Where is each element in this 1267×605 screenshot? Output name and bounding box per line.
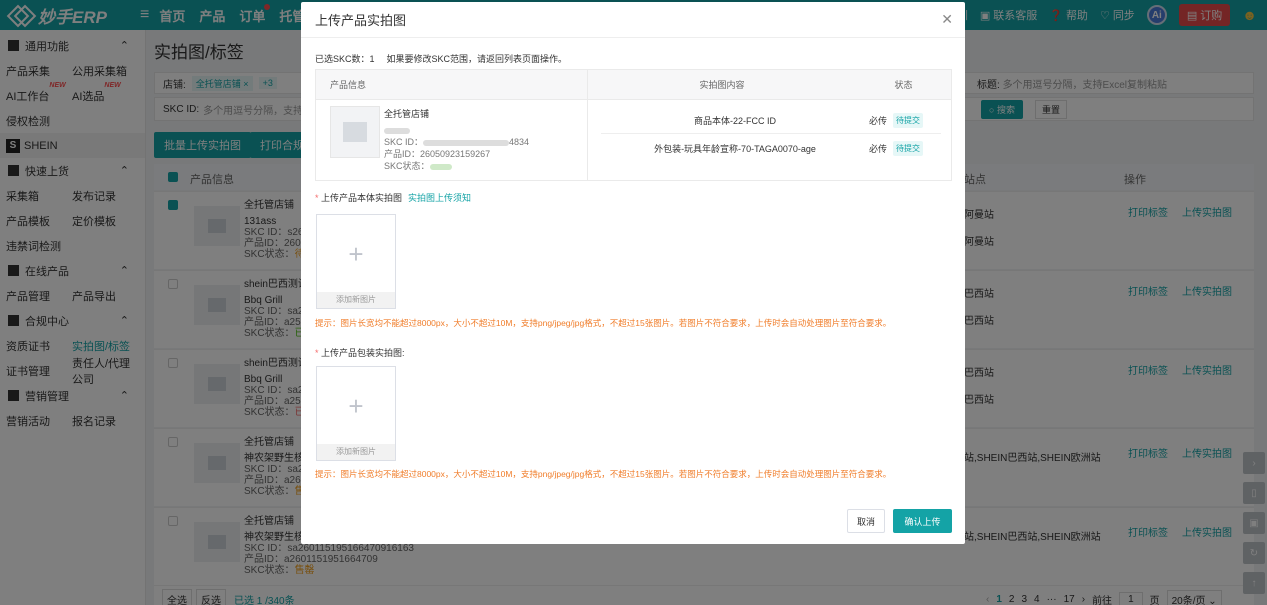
close-icon[interactable]: ✕ [941, 11, 953, 28]
product-shop: 全托管店铺 [384, 109, 430, 119]
status-label: SKC状态： [384, 161, 430, 171]
requirement-row: 外包装-玩具年龄宣称-70-TAGA0070-age 必传 待提交 [601, 135, 941, 162]
product-status: SKC状态： [384, 160, 529, 172]
blurred-name [384, 124, 529, 136]
cancel-button[interactable]: 取消 [847, 509, 885, 533]
requirement-must: 必传 [869, 115, 888, 126]
pid-value: 26050923159267 [420, 149, 491, 159]
product-image [330, 106, 380, 158]
confirm-label: 确认上传 [904, 516, 941, 527]
requirement-table-header: 产品信息 实拍图内容 状态 [316, 70, 951, 100]
upload-guide-link[interactable]: 实拍图上传须知 [408, 193, 471, 203]
column-status: 状态 [856, 70, 951, 99]
body-photo-section-label: * 上传产品本体实拍图 实拍图上传须知 [315, 191, 471, 204]
package-photo-uploader[interactable]: + 添加新图片 [316, 366, 396, 461]
requirement-name: 外包装-玩具年龄宣称-70-TAGA0070-age [654, 144, 816, 154]
requirement-status-badge: 待提交 [893, 141, 923, 156]
column-photo-content: 实拍图内容 [588, 70, 856, 99]
requirement-table: 产品信息 实拍图内容 状态 全托管店铺 SKC ID： 4834 产品ID：260… [315, 69, 952, 181]
product-details: 全托管店铺 SKC ID： 4834 产品ID：26050923159267 SK… [384, 108, 529, 172]
dialog-header: 上传产品实拍图 [301, 2, 965, 38]
column-product-info: 产品信息 [316, 70, 588, 99]
package-photo-section-label: * 上传产品包装实拍图: [315, 346, 405, 359]
upload-hint: 提示：图片长宽均不能超过8000px，大小不超过10M，支持png/jpeg/j… [315, 469, 892, 479]
skc-tail: 4834 [509, 137, 530, 147]
confirm-upload-button[interactable]: 确认上传 [893, 509, 952, 533]
package-photo-label: 上传产品包装实拍图: [321, 348, 405, 358]
add-image-label: 添加新图片 [317, 444, 395, 460]
requirement-must: 必传 [869, 144, 888, 154]
selection-info: 已选SKC数：1 如果要修改SKC范围，请返回列表页面操作。 [315, 52, 567, 65]
selected-skc-count: 已选SKC数：1 [315, 54, 375, 64]
column-product-label: 产品信息 [330, 80, 367, 90]
skc-label: SKC ID： [384, 137, 424, 147]
body-photo-uploader[interactable]: + 添加新图片 [316, 214, 396, 309]
pid-label: 产品ID： [384, 149, 421, 159]
body-photo-label: 上传产品本体实拍图 [321, 193, 403, 203]
add-image-label: 添加新图片 [317, 292, 395, 308]
product-info-cell: 全托管店铺 SKC ID： 4834 产品ID：26050923159267 SK… [316, 100, 588, 180]
plus-icon: + [348, 238, 364, 269]
image-placeholder-icon [343, 122, 367, 142]
requirement-row: 商品本体-22-FCC ID 必传 待提交 [601, 107, 941, 134]
cancel-label: 取消 [856, 516, 875, 527]
plus-icon: + [348, 390, 364, 421]
upload-photo-dialog: 上传产品实拍图 ✕ 已选SKC数：1 如果要修改SKC范围，请返回列表页面操作。 … [301, 2, 965, 544]
upload-hint: 提示：图片长宽均不能超过8000px，大小不超过10M，支持png/jpeg/j… [315, 318, 892, 328]
product-skc: SKC ID： 4834 [384, 136, 529, 148]
dialog-title: 上传产品实拍图 [315, 13, 407, 28]
column-status-label: 状态 [894, 80, 913, 90]
column-content-label: 实拍图内容 [699, 80, 745, 90]
requirement-name: 商品本体-22-FCC ID [693, 115, 776, 126]
selection-hint: 如果要修改SKC范围，请返回列表页面操作。 [386, 54, 568, 64]
requirement-status-badge: 待提交 [893, 112, 923, 128]
product-pid: 产品ID：26050923159267 [384, 148, 529, 160]
